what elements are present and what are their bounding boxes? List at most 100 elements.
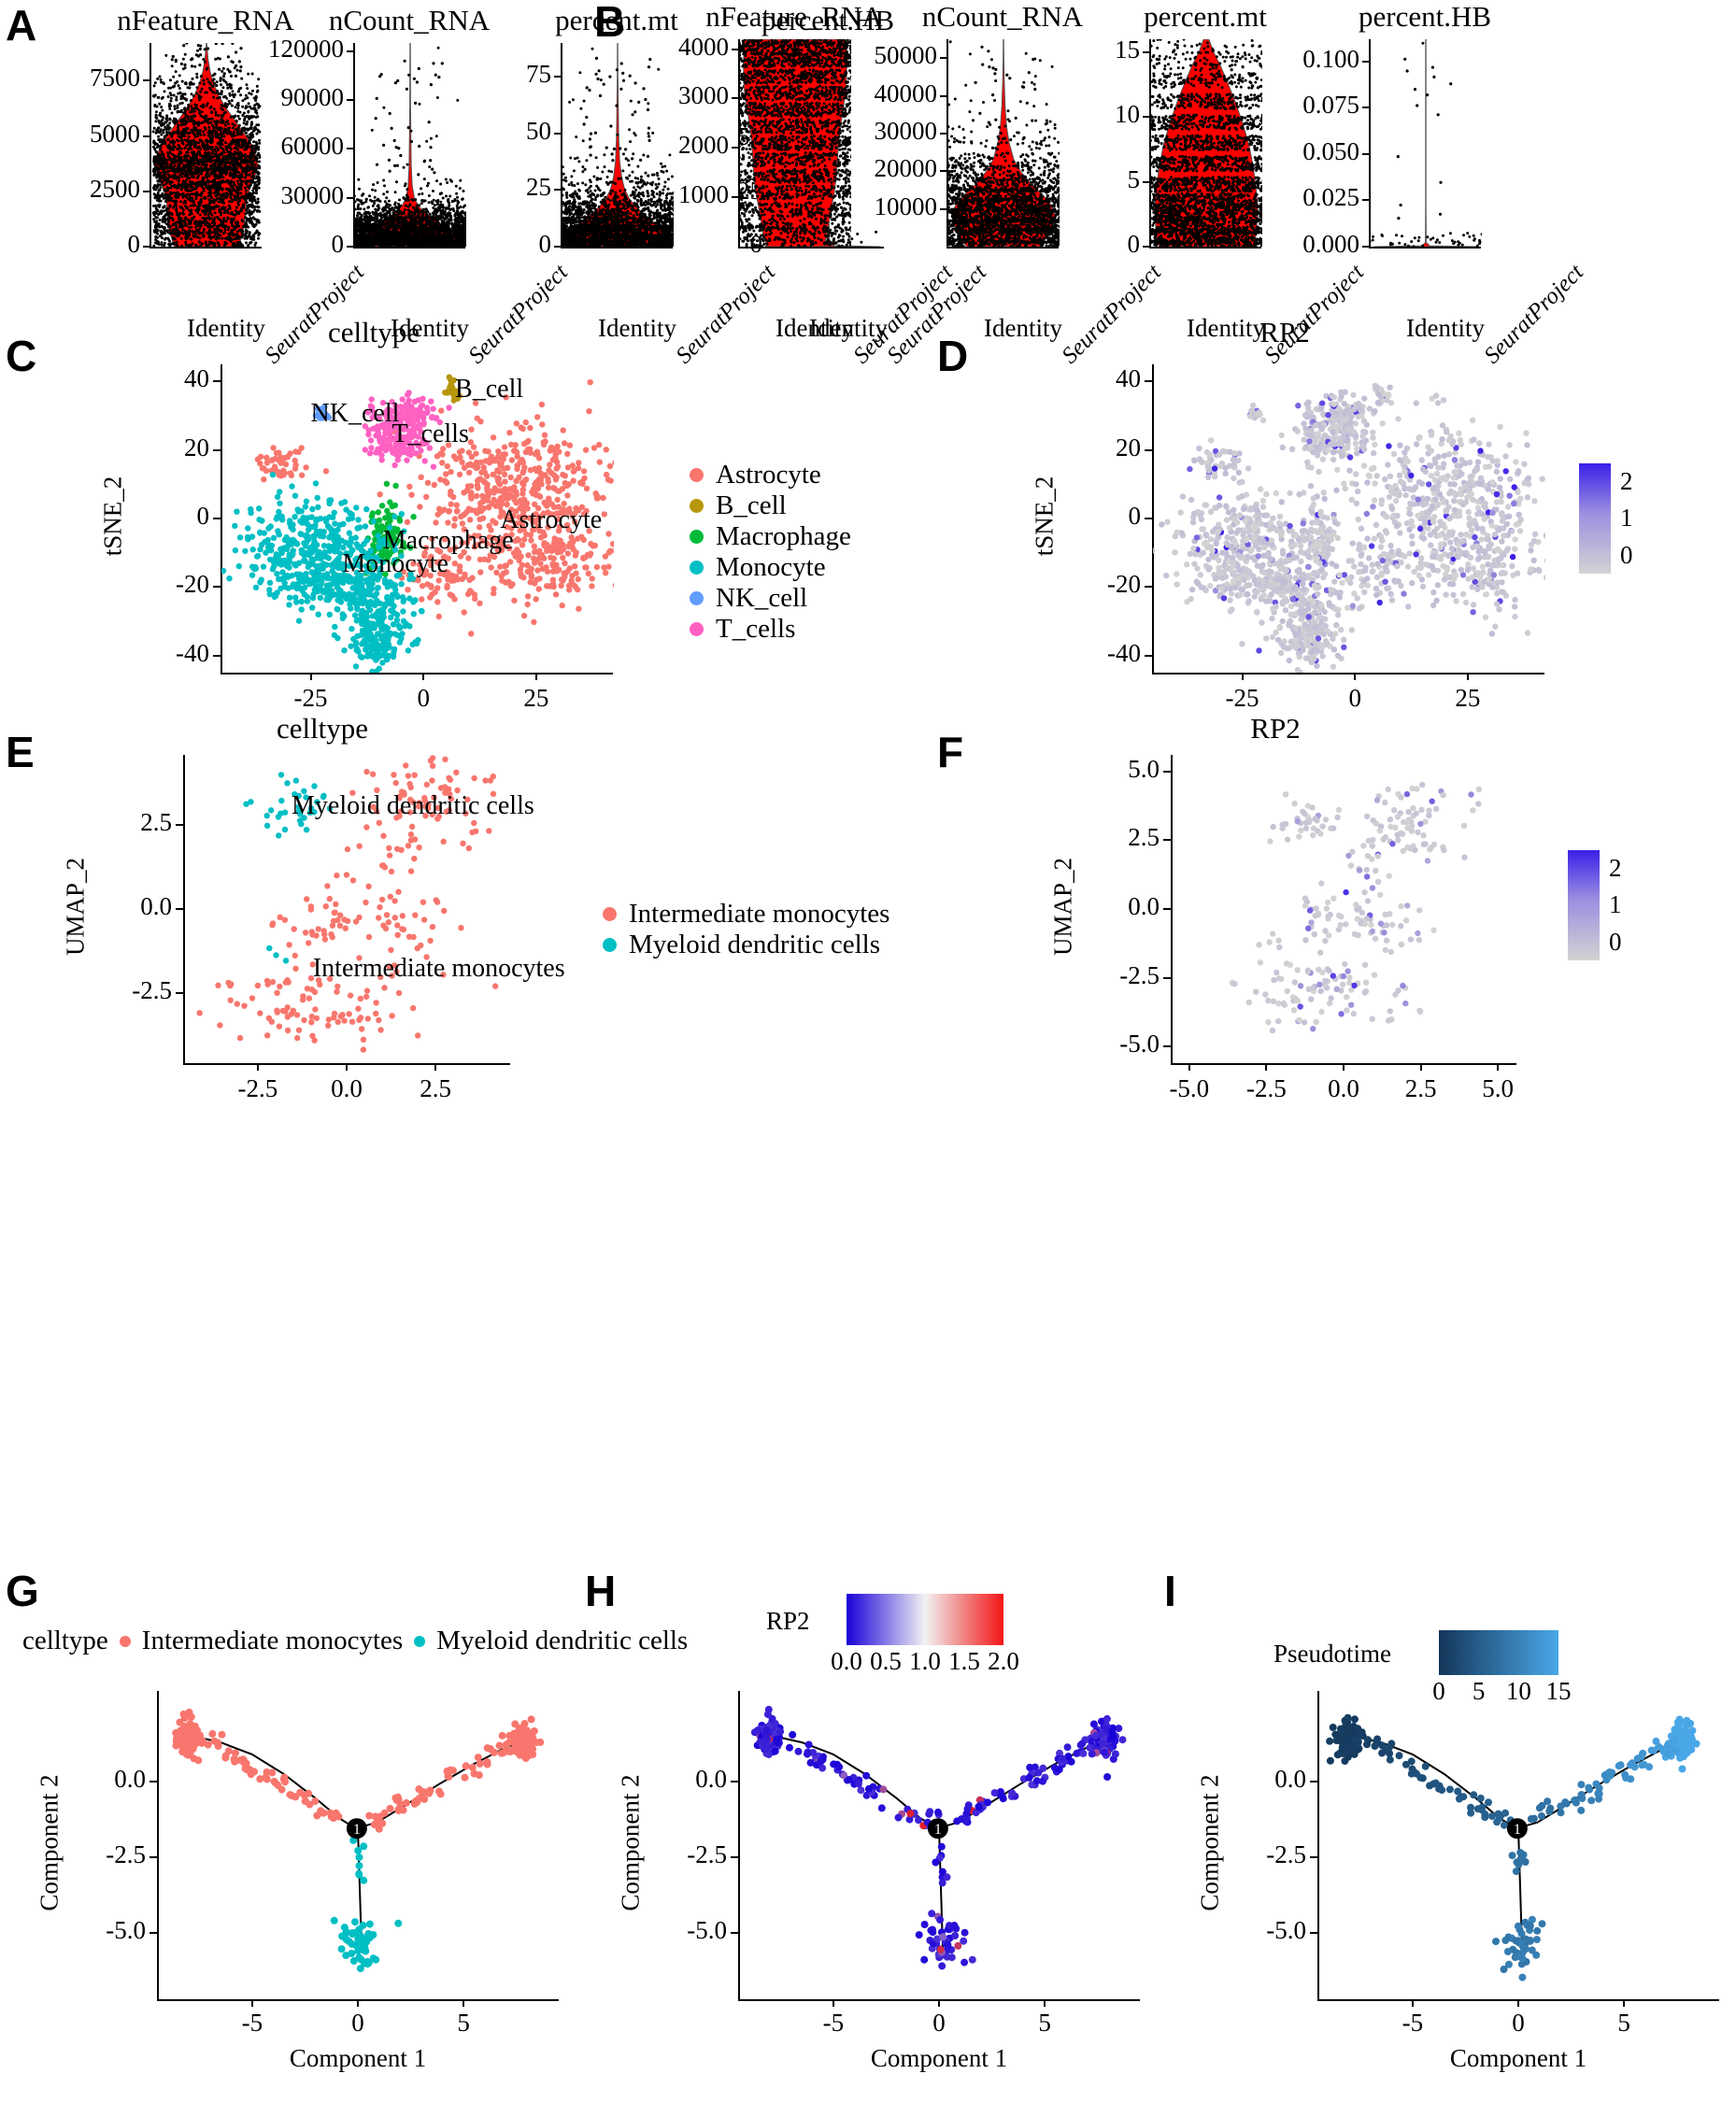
violin-ytickmark-panelB-2-2 (1143, 180, 1149, 183)
panelD-xtickmark-0 (1241, 673, 1244, 680)
panelH-ylabel: Component 2 (617, 1736, 646, 1951)
panelG-xtick-1: 0 (311, 2009, 405, 2038)
violin-xaxis-panelB-0 (738, 247, 850, 249)
violin-ytick-panelA-1-2: 60000 (204, 132, 345, 161)
panel-i-colorbar-title: Pseudotime (1274, 1640, 1391, 1669)
panelC-annotation-0: B_cell (455, 375, 523, 405)
panelE-annotation-0: Myeloid dendritic cells (292, 791, 534, 821)
panelI-trajectory: 1 (1326, 1713, 1700, 1981)
panelI-ytickmark-1 (1310, 1855, 1317, 1858)
panelF-points (1229, 781, 1483, 1034)
violin-ytick-panelB-2-0: 15 (1000, 36, 1140, 64)
panelC-xaxis (221, 673, 613, 675)
panelC-xtick-0: -25 (255, 684, 367, 713)
violin-xtick-panelA-2: SeuratProject (671, 260, 780, 369)
panelI-xlabel: Component 1 (1317, 2044, 1719, 2073)
panelF-ytickmark-1 (1163, 839, 1171, 842)
panel-d-colorbar-tick-2: 0 (1620, 541, 1633, 570)
violin-ytick-panelB-1-3: 20000 (797, 154, 938, 183)
violin-ytick-panelB-3-1: 0.075 (1219, 91, 1359, 120)
panelI-xtick-2: 5 (1577, 2009, 1671, 2038)
panelD-xtick-0: -25 (1187, 684, 1299, 713)
panel-letter-g: G (6, 1569, 39, 1612)
panelH-ytickmark-1 (731, 1855, 738, 1858)
violin-body-panelB-3 (1370, 39, 1482, 247)
panelF-xtick-4: 5.0 (1442, 1074, 1554, 1103)
panelD-ytickmark-3 (1145, 586, 1152, 589)
violin-title-panelA-1: nCount_RNA (316, 4, 503, 37)
violin-ytickmark-panelB-3-0 (1362, 60, 1369, 63)
panelE-ytickmark-2 (176, 991, 183, 994)
violin-xlabel-panelB-1: Identity (984, 314, 1062, 343)
panelE-xtickmark-1 (346, 1063, 348, 1071)
violin-ytickmark-panelB-0-0 (732, 48, 738, 50)
violin-ytick-panelB-1-0: 50000 (797, 41, 938, 70)
panel-c-title: celltype (154, 316, 593, 349)
legend-item-label: Macrophage (716, 523, 851, 550)
panel-letter-a: A (6, 4, 36, 47)
panelF-xtickmark-2 (1343, 1063, 1345, 1071)
panelF-ytickmark-2 (1163, 908, 1171, 910)
legend-color-dot (690, 591, 704, 605)
panel-f-colorbar-tick-2: 0 (1609, 928, 1622, 957)
violin-ytick-panelA-0-3: 0 (0, 230, 141, 259)
legend-color-dot (690, 622, 704, 636)
panelC-xtick-1: 0 (367, 684, 479, 713)
violin-ytick-panelB-0-2: 2000 (589, 131, 729, 160)
panelD-ylabel: tSNE_2 (1031, 428, 1060, 605)
legend-color-dot (119, 1635, 131, 1647)
legend-item-T_cells: T_cells (690, 614, 851, 645)
panelH-xtick-0: -5 (787, 2009, 880, 2038)
violin-xlabel-panelA-2: Identity (598, 314, 676, 343)
violin-ytickmark-panelA-1-4 (347, 246, 353, 248)
violin-ytickmark-panelA-2-2 (554, 189, 561, 192)
panelI-xtick-1: 0 (1472, 2009, 1565, 2038)
violin-ytick-panelA-0-1: 5000 (0, 120, 140, 149)
panelE-xtick-2: 2.5 (379, 1074, 491, 1103)
panel-d-title: RP2 (1065, 316, 1504, 349)
violin-ytick-panelA-0-0: 7500 (0, 64, 140, 92)
violin-xtick-panelB-3: SeuratProject (1479, 260, 1588, 369)
panelC-xtick-2: 25 (480, 684, 592, 713)
panelC-ytick-4: -40 (99, 639, 209, 668)
violin-ytick-panelA-0-2: 2500 (0, 175, 140, 204)
panelF-xtickmark-4 (1497, 1063, 1500, 1071)
panel-letter-e: E (6, 731, 35, 774)
violin-ytick-panelB-0-0: 4000 (589, 33, 729, 62)
panelC-ytickmark-1 (213, 448, 221, 451)
panelH-xtick-1: 0 (892, 2009, 986, 2038)
legend-item-Monocyte: Monocyte (690, 552, 851, 583)
violin-ytickmark-panelB-1-3 (940, 170, 946, 173)
panelC-annotation-1: NK_cell (311, 399, 400, 429)
violin-ytick-panelB-1-2: 30000 (797, 117, 938, 146)
violin-ytickmark-panelA-1-2 (347, 148, 353, 150)
panelH-xtick-2: 5 (998, 2009, 1091, 2038)
violin-ytick-panelB-0-1: 3000 (589, 81, 729, 110)
violin-xtick-panelA-0: SeuratProject (260, 260, 369, 369)
panelC-annotation-3: Astrocyte (500, 505, 602, 535)
panelI-xtick-0: -5 (1366, 2009, 1459, 2038)
violin-ytickmark-panelB-3-3 (1362, 199, 1369, 202)
panelD-xaxis (1152, 673, 1544, 675)
panelC-xtickmark-0 (309, 673, 312, 680)
panelC-ytickmark-0 (213, 380, 221, 383)
legend-item-label: Intermediate monocytes (142, 1627, 403, 1655)
violin-ytickmark-panelA-1-0 (347, 50, 353, 52)
violin-ytick-panelB-1-4: 10000 (797, 192, 938, 221)
panelF-xtickmark-3 (1419, 1063, 1422, 1071)
panel-d-colorbar-tick-1: 1 (1620, 504, 1633, 533)
panelF-ytickmark-4 (1163, 1045, 1171, 1048)
panelC-ytick-0: 40 (99, 364, 209, 393)
panelD-ytickmark-4 (1145, 654, 1152, 657)
violin-ytick-panelB-0-3: 1000 (589, 180, 729, 209)
panelC-xtickmark-2 (534, 673, 537, 680)
panelC-ytickmark-4 (213, 654, 221, 657)
panel-letter-c: C (6, 334, 36, 377)
panelG-xtick-2: 5 (417, 2009, 510, 2038)
violin-ytickmark-panelA-2-0 (554, 76, 561, 78)
panelI-ytickmark-0 (1310, 1781, 1317, 1783)
violin-ytickmark-panelB-1-2 (940, 132, 946, 135)
violin-title-panelA-0: nFeature_RNA (112, 4, 299, 37)
violin-ytickmark-panelB-2-0 (1143, 50, 1149, 53)
panel-d-colorbar-tick-0: 2 (1620, 467, 1633, 496)
